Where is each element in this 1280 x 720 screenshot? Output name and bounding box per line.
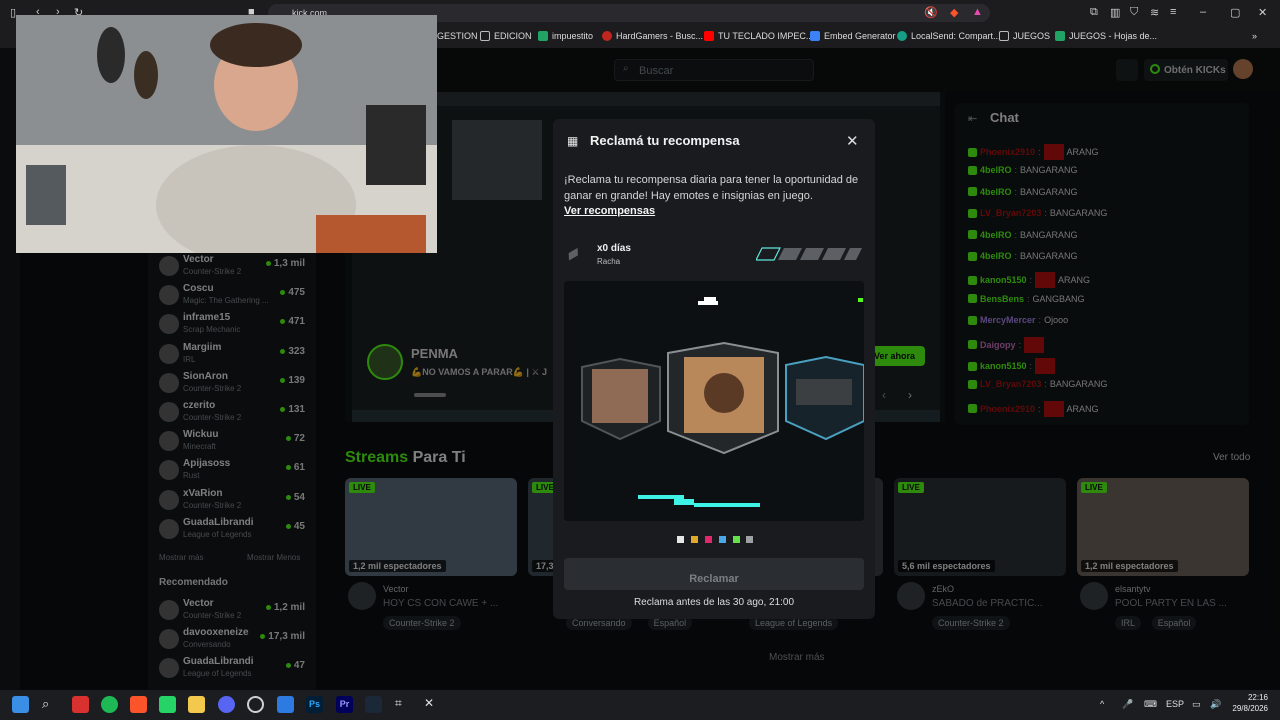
- volume-icon[interactable]: 🔊: [1210, 699, 1221, 710]
- video-app-icon[interactable]: [72, 696, 89, 713]
- mute-icon[interactable]: 🔇: [924, 6, 938, 19]
- see-rewards-link[interactable]: Ver recompensas: [564, 205, 655, 217]
- color-swatch-pink[interactable]: [705, 536, 712, 543]
- vpn-icon[interactable]: ⛉: [1130, 6, 1138, 19]
- capcut-icon[interactable]: ✕: [424, 696, 441, 713]
- network-icon[interactable]: ▭: [1192, 699, 1201, 710]
- reward-spinner-art: [564, 281, 864, 521]
- bookmark-edicion[interactable]: EDICION: [480, 31, 532, 41]
- streak-progress: [756, 247, 862, 261]
- bookmark-localsend[interactable]: LocalSend: Compart...: [897, 31, 1001, 41]
- bookmark-teclado[interactable]: TU TECLADO IMPEC...: [704, 31, 813, 41]
- sheets-icon: [538, 31, 548, 41]
- streak-value: x0 días: [597, 243, 631, 254]
- color-swatch-white[interactable]: [677, 536, 684, 543]
- spotify-icon[interactable]: [101, 696, 118, 713]
- bookmark-juegos[interactable]: JUEGOS: [999, 31, 1050, 41]
- folder-icon: [480, 31, 490, 41]
- keyboard-icon[interactable]: ⌨: [1144, 699, 1157, 710]
- claim-deadline: Reclama antes de las 30 ago, 21:00: [633, 597, 795, 608]
- close-icon[interactable]: ✕: [846, 132, 859, 150]
- reward-spinner: [564, 281, 864, 521]
- embed-icon: [810, 31, 820, 41]
- localsend-icon: [897, 31, 907, 41]
- modal-description: ¡Reclama tu recompensa diaria para tener…: [564, 174, 859, 202]
- color-swatch-green[interactable]: [733, 536, 740, 543]
- language-indicator[interactable]: ESP: [1166, 699, 1184, 709]
- steam-icon[interactable]: [365, 696, 382, 713]
- whatsapp-icon[interactable]: [159, 696, 176, 713]
- premiere-icon[interactable]: Pr: [336, 696, 353, 713]
- microphone-icon[interactable]: 🎤: [1122, 699, 1133, 710]
- webcam-overlay: [16, 15, 437, 253]
- claim-button[interactable]: Reclamar: [564, 558, 864, 590]
- menu-icon[interactable]: ≡: [1170, 6, 1176, 18]
- sheets-icon: [1055, 31, 1065, 41]
- maximize-icon[interactable]: ▢: [1230, 6, 1240, 19]
- brave-shield-icon[interactable]: ◆: [950, 6, 958, 19]
- hardgamers-icon: [602, 31, 612, 41]
- streak-label: Racha: [597, 257, 621, 266]
- folder-icon: [999, 31, 1009, 41]
- bookmark-embed[interactable]: Embed Generator: [810, 31, 896, 41]
- close-window-icon[interactable]: ✕: [1258, 6, 1267, 19]
- extensions-icon[interactable]: ⧉: [1090, 6, 1098, 19]
- tray-expand-icon[interactable]: ^: [1100, 699, 1104, 709]
- brave-rewards-icon[interactable]: ▲: [972, 6, 983, 18]
- bookmark-hardgamers[interactable]: HardGamers - Busc...: [602, 31, 703, 41]
- windows-start-icon[interactable]: [12, 696, 29, 713]
- modal-title: Reclamá tu recompensa: [590, 133, 740, 148]
- more-bookmarks-icon[interactable]: »: [1252, 31, 1257, 41]
- search-taskbar-icon[interactable]: ⌕: [42, 696, 59, 713]
- reward-icon: ▦: [567, 134, 579, 148]
- color-swatch-orange[interactable]: [691, 536, 698, 543]
- youtube-icon: [704, 31, 714, 41]
- discord-icon[interactable]: [218, 696, 235, 713]
- bookmark-juegos-sheet[interactable]: JUEGOS - Hojas de...: [1055, 31, 1157, 41]
- color-swatch-gray[interactable]: [746, 536, 753, 543]
- app-icon[interactable]: [277, 696, 294, 713]
- bookmark-impuestito[interactable]: impuestito: [538, 31, 593, 41]
- brave-icon[interactable]: [130, 696, 147, 713]
- bookmark-gestion[interactable]: GESTION: [437, 31, 478, 41]
- file-explorer-icon[interactable]: [188, 696, 205, 713]
- epic-icon[interactable]: ⌗: [395, 696, 412, 713]
- wallet-icon[interactable]: ≋: [1150, 6, 1159, 19]
- color-swatch-blue[interactable]: [719, 536, 726, 543]
- steam-vr-icon[interactable]: [247, 696, 264, 713]
- sidebar-panel-icon[interactable]: ▥: [1110, 6, 1120, 19]
- system-clock[interactable]: 22:16 29/8/2026: [1228, 692, 1268, 714]
- webcam-image: [16, 15, 437, 253]
- photoshop-icon[interactable]: Ps: [306, 696, 323, 713]
- minimize-icon[interactable]: –: [1200, 6, 1206, 18]
